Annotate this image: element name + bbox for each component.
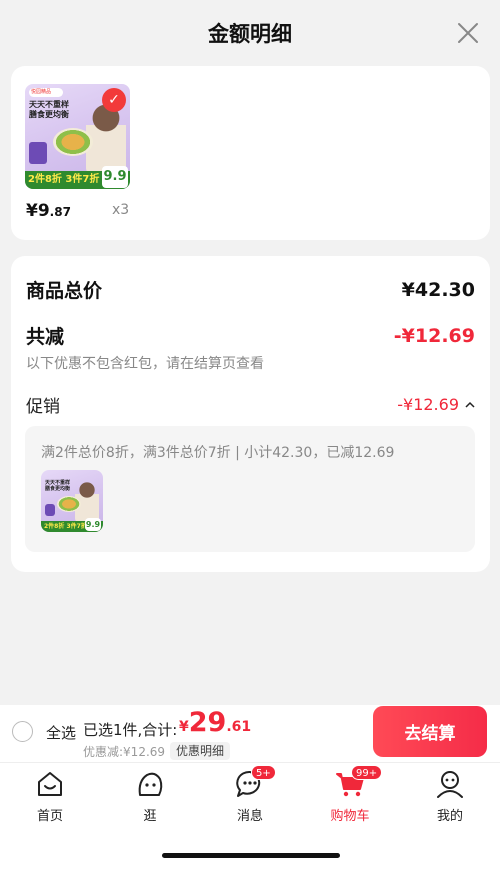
checkout-button[interactable]: 去结算 — [373, 706, 487, 757]
select-all-label[interactable]: 全选 — [46, 722, 76, 743]
sheet-title: 金额明细 — [208, 22, 292, 46]
discount-note: 以下优惠不包含红包，请在结算页查看 — [26, 356, 264, 372]
price-summary-card: 商品总价 ¥42.30 共减 -¥12.69 以下优惠不包含红包，请在结算页查看… — [11, 256, 490, 572]
food-bowl — [57, 496, 81, 512]
cart-badge: 99+ — [351, 765, 383, 780]
tab-home[interactable]: 首页 — [0, 769, 100, 825]
thumb-headline: 天天不重样 膳食更均衡 — [29, 100, 69, 119]
tab-browse[interactable]: 逛 — [100, 769, 200, 825]
promo-description: 满2件总价8折，满3件总价7折 | 小计42.30，已减12.69 — [41, 445, 395, 461]
promo-detail-box: 满2件总价8折，满3件总价7折 | 小计42.30，已减12.69 天天不重样 … — [25, 426, 475, 552]
tab-label: 消息 — [236, 809, 263, 824]
total-label: 商品总价 — [26, 280, 103, 302]
thumb-price-tag: 9.9 — [85, 518, 101, 531]
close-icon[interactable] — [456, 21, 480, 45]
checkout-bar: 全选 已选1件,合计: ¥29.61 优惠减:¥12.69 优惠明细 去结算 — [0, 705, 500, 762]
discount-label: 共减 — [26, 326, 65, 348]
tab-label: 逛 — [143, 809, 157, 824]
thumb-brand: 悦园精品 — [29, 88, 63, 97]
total-price: ¥29.61 — [179, 707, 252, 738]
sheet-header: 金额明细 — [0, 0, 500, 66]
select-all-radio[interactable] — [12, 721, 33, 742]
check-icon: ✓ — [102, 88, 126, 112]
discount-row: 共减 -¥12.69 — [26, 322, 475, 349]
tab-label: 购物车 — [330, 809, 370, 824]
amount-detail-sheet: 金额明细 悦园精品 天天不重样 膳食更均衡 ✓ 2件8折 3件7折 9.9 ¥9… — [0, 0, 500, 705]
promo-label: 促销 — [26, 397, 60, 417]
thumb-price-tag: 9.9 — [102, 166, 128, 188]
tab-cart[interactable]: 99+ 购物车 — [300, 765, 400, 825]
tab-messages[interactable]: 5+ 消息 — [200, 765, 300, 825]
tab-label: 我的 — [436, 809, 463, 824]
discount-value: -¥12.69 — [393, 324, 475, 347]
total-row: 商品总价 ¥42.30 — [26, 276, 475, 303]
tab-mine[interactable]: 我的 — [400, 769, 500, 825]
browse-icon — [138, 772, 163, 796]
message-badge: 5+ — [251, 765, 276, 780]
discount-detail-button[interactable]: 优惠明细 — [170, 742, 231, 760]
selected-info: 已选1件,合计: — [83, 721, 178, 739]
promo-value[interactable]: -¥12.69 — [397, 395, 475, 414]
package-box — [29, 142, 47, 164]
home-indicator — [162, 853, 340, 858]
tab-label: 首页 — [36, 809, 63, 824]
product-thumbnail[interactable]: 悦园精品 天天不重样 膳食更均衡 ✓ 2件8折 3件7折 9.9 — [25, 84, 130, 189]
thumb-headline: 天天不重样 膳食更均衡 — [45, 480, 71, 492]
discount-summary: 优惠减:¥12.69 — [83, 745, 166, 759]
home-icon — [38, 772, 62, 796]
food-bowl — [53, 128, 93, 156]
product-card: 悦园精品 天天不重样 膳食更均衡 ✓ 2件8折 3件7折 9.9 ¥9.87 x… — [11, 66, 490, 240]
profile-icon — [437, 771, 463, 798]
item-price: ¥9.87 — [26, 201, 71, 221]
item-quantity: x3 — [112, 202, 130, 218]
promo-product-thumbnail[interactable]: 天天不重样 膳食更均衡 2件8折 3件7折 9.9 — [41, 470, 103, 532]
package-box — [45, 504, 55, 516]
chevron-up-icon — [465, 401, 475, 408]
promo-row[interactable]: 促销 -¥12.69 — [26, 392, 475, 417]
total-value: ¥42.30 — [401, 278, 475, 301]
